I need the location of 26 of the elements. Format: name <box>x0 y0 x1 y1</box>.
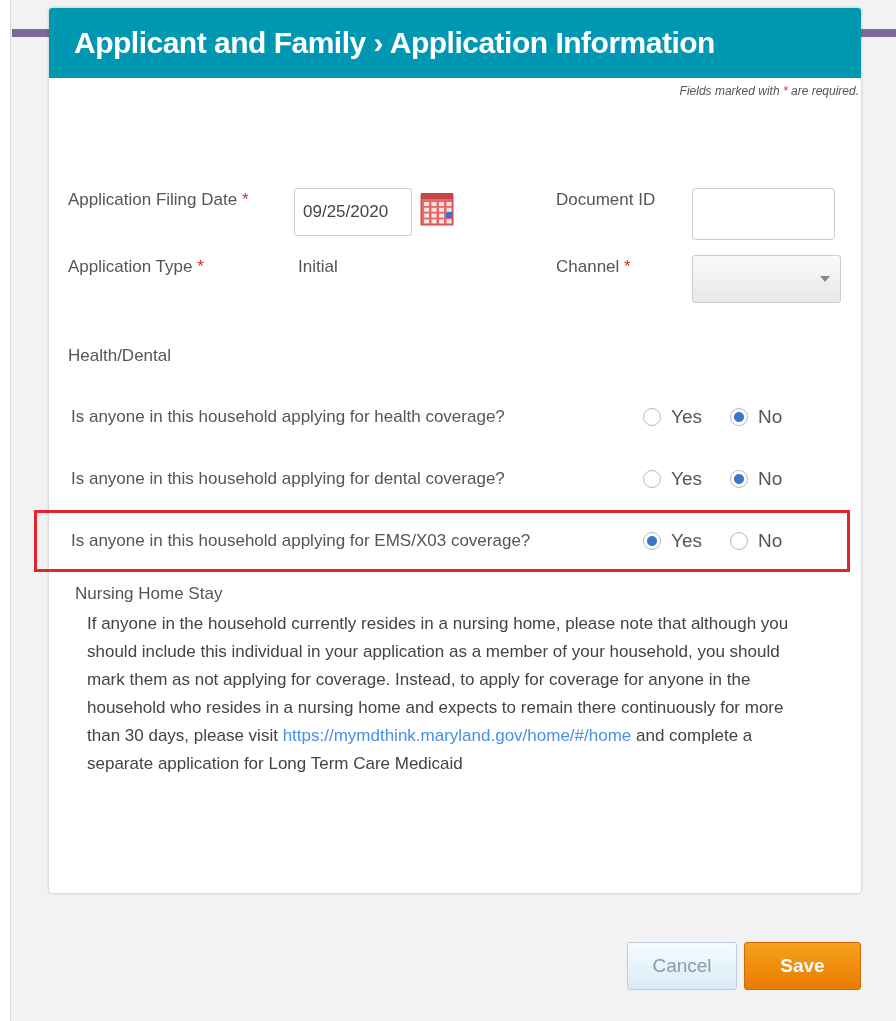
input-field[interactable] <box>692 188 835 240</box>
field-label: Document ID <box>556 189 657 210</box>
field-label: Channel * <box>556 256 632 277</box>
radio-option[interactable]: Yes <box>643 530 702 552</box>
calendar-icon[interactable] <box>420 192 454 226</box>
section-title: Nursing Home Stay <box>74 583 224 604</box>
info-paragraph: If anyone in the household currently resides in a nursing home, please note that although you should include this individual in your application as a member of your household, you should mark them as not applying for coverage. Instead, to apply for coverage for anyone in the household who resides in a nursing home and expects to remain there continuously for more than 30 days, please visit https://mymdthink.maryland.gov/home/#/home and complete a separate application for Long Term Care Medicaid <box>87 613 790 775</box>
date-field[interactable]: 09/25/2020 <box>294 188 412 236</box>
caret-icon <box>820 276 830 282</box>
required-note: Fields marked with * are required. <box>678 83 860 98</box>
question-text: Is anyone in this household applying for health coverage? <box>71 407 506 427</box>
section-title: Health/Dental <box>67 345 172 367</box>
radio-option[interactable]: No <box>730 468 783 490</box>
radio-option[interactable]: No <box>730 530 783 552</box>
dialog-title: Applicant and Family › Application Information <box>74 26 715 60</box>
field-value: Initial <box>298 256 338 277</box>
field-label: Application Filing Date * <box>68 189 250 210</box>
question-text: Is anyone in this household applying for EMS/X03 coverage? <box>71 531 532 551</box>
menu-bar <box>858 29 896 37</box>
menu-bar <box>12 29 52 37</box>
radio-option[interactable]: Yes <box>643 468 702 490</box>
radio-option[interactable]: No <box>730 406 783 428</box>
field-label: Application Type * <box>68 256 205 277</box>
radio-option[interactable]: Yes <box>643 406 702 428</box>
question-text: Is anyone in this household applying for dental coverage? <box>71 469 506 489</box>
dropdown[interactable] <box>692 255 841 303</box>
